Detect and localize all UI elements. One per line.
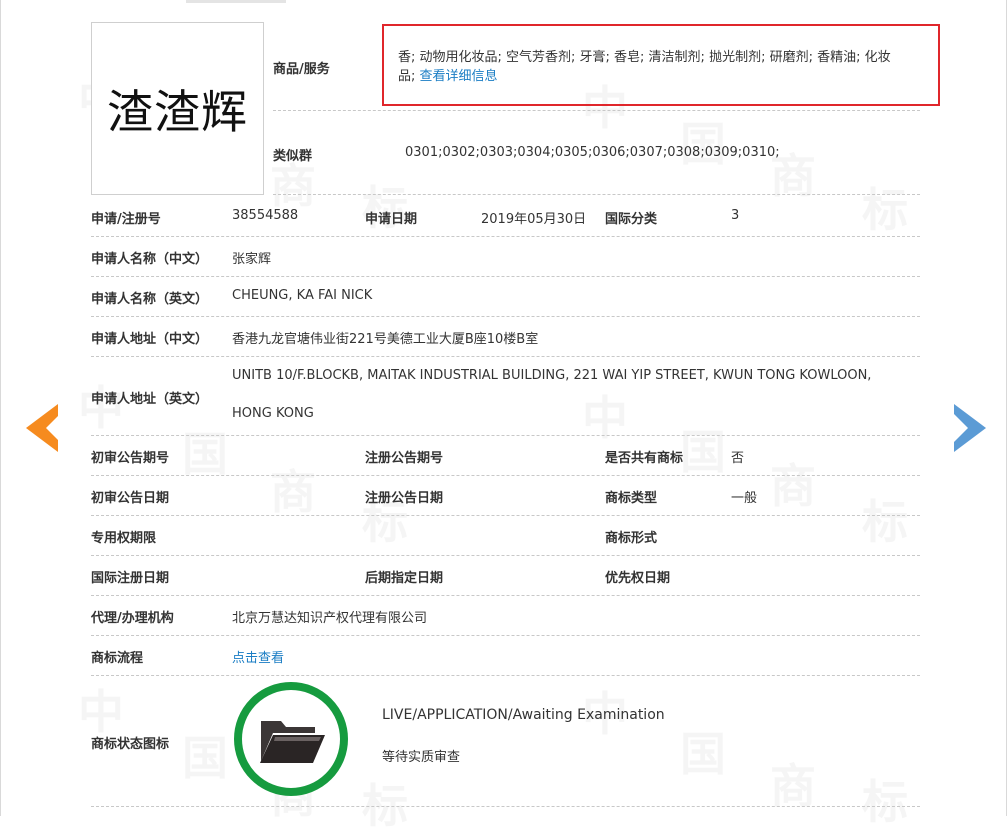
- divider: [91, 635, 920, 636]
- trademark-image: 渣渣辉: [91, 22, 264, 195]
- trademark-name: 渣渣辉: [107, 84, 248, 139]
- intl-class-value: 3: [731, 208, 740, 223]
- divider: [273, 110, 920, 111]
- divider: [91, 356, 920, 357]
- applicant-en-label: 申请人名称（英文）: [91, 292, 209, 307]
- watermark-char: 商: [770, 459, 816, 513]
- watermark-char: 标: [862, 183, 908, 237]
- similar-group-label: 类似群: [273, 149, 313, 164]
- shared-mark-value: 否: [731, 451, 745, 466]
- divider: [273, 194, 920, 195]
- intl-class-label: 国际分类: [605, 212, 658, 227]
- watermark-char: 标: [362, 779, 408, 833]
- status-label: 商标状态图标: [91, 737, 170, 752]
- intl-reg-date-label: 国际注册日期: [91, 571, 170, 586]
- folder-icon: [234, 682, 348, 796]
- top-tab-edge: [186, 0, 286, 3]
- reg-pub-no-label: 注册公告期号: [365, 451, 444, 466]
- divider: [91, 595, 920, 596]
- watermark-char: 中: [582, 391, 628, 445]
- status-icon-badge: [233, 681, 349, 797]
- address-en-label: 申请人地址（英文）: [91, 392, 209, 407]
- divider: [91, 276, 920, 277]
- divider: [91, 675, 920, 676]
- divider: [91, 316, 920, 317]
- divider: [91, 236, 920, 237]
- divider: [91, 475, 920, 476]
- watermark-char: 国: [680, 727, 726, 781]
- applicant-cn-value: 张家辉: [232, 252, 272, 267]
- reg-no-label: 申请/注册号: [91, 212, 161, 227]
- exclusive-period-label: 专用权期限: [91, 531, 157, 546]
- goods-services-tail: 品;: [398, 69, 416, 84]
- prev-arrow-notch: [46, 414, 60, 442]
- divider: [91, 555, 920, 556]
- agent-value: 北京万慧达知识产权代理有限公司: [232, 611, 428, 626]
- watermark-char: 国: [680, 425, 726, 479]
- divider: [91, 806, 920, 807]
- mark-form-label: 商标形式: [605, 531, 658, 546]
- watermark-char: 国: [680, 117, 726, 171]
- similar-group-value: 0301;0302;0303;0304;0305;0306;0307;0308;…: [405, 145, 780, 160]
- reg-no-value: 38554588: [232, 208, 299, 223]
- reg-pub-date-label: 注册公告日期: [365, 491, 444, 506]
- address-cn-value: 香港九龙官塘伟业街221号美德工业大厦B座10楼B室: [232, 332, 539, 347]
- mark-type-value: 一般: [731, 491, 758, 506]
- divider: [91, 435, 920, 436]
- watermark-char: 商: [270, 465, 316, 519]
- status-en: LIVE/APPLICATION/Awaiting Examination: [382, 707, 665, 723]
- applicant-cn-label: 申请人名称（中文）: [91, 252, 209, 267]
- status-cn: 等待实质审查: [382, 750, 461, 765]
- priority-date-label: 优先权日期: [605, 571, 671, 586]
- address-en-line2: HONG KONG: [232, 406, 314, 421]
- address-cn-label: 申请人地址（中文）: [91, 332, 209, 347]
- next-arrow-notch: [954, 414, 968, 442]
- view-details-link[interactable]: 查看详细信息: [420, 69, 498, 84]
- view-process-link[interactable]: 点击查看: [232, 647, 284, 666]
- watermark-char: 标: [362, 181, 408, 235]
- agent-label: 代理/办理机构: [91, 611, 174, 626]
- goods-services-label: 商品/服务: [273, 62, 330, 77]
- shared-mark-label: 是否共有商标: [605, 451, 684, 466]
- prelim-pub-date-label: 初审公告日期: [91, 491, 170, 506]
- watermark-char: 标: [862, 775, 908, 829]
- prelim-pub-no-label: 初审公告期号: [91, 451, 170, 466]
- mark-type-label: 商标类型: [605, 491, 658, 506]
- address-en-line1: UNITB 10/F.BLOCKB, MAITAK INDUSTRIAL BUI…: [232, 368, 872, 383]
- applicant-en-value: CHEUNG, KA FAI NICK: [232, 288, 373, 303]
- later-designation-date-label: 后期指定日期: [365, 571, 444, 586]
- apply-date-value: 2019年05月30日: [481, 212, 587, 227]
- process-label: 商标流程: [91, 651, 144, 666]
- watermark-char: 标: [862, 495, 908, 549]
- goods-services-box: 香; 动物用化妆品; 空气芳香剂; 牙膏; 香皂; 清洁制剂; 抛光制剂; 研磨…: [382, 24, 940, 106]
- divider: [91, 515, 920, 516]
- frame-border-left: [0, 0, 1, 816]
- apply-date-label: 申请日期: [365, 212, 418, 227]
- watermark-char: 国: [182, 731, 228, 785]
